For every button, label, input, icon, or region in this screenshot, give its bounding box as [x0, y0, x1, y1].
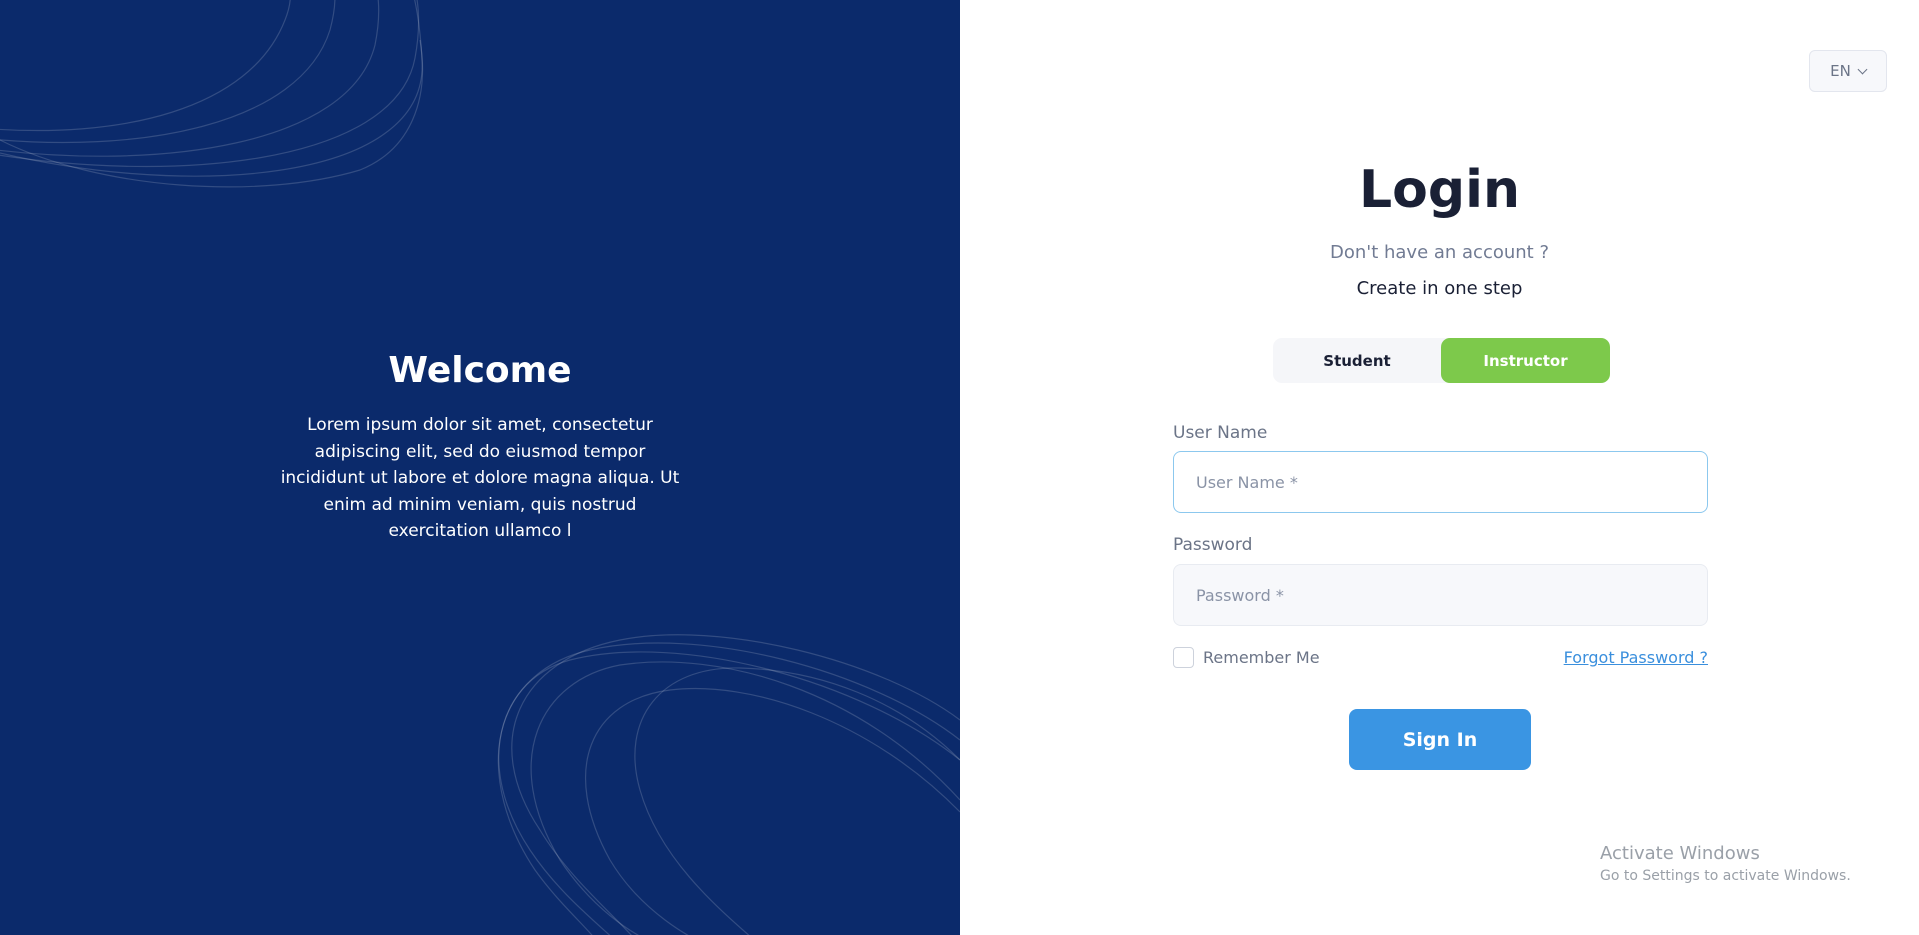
- username-input[interactable]: [1173, 451, 1708, 513]
- password-input[interactable]: [1173, 564, 1708, 626]
- page-title: Login: [1359, 160, 1520, 220]
- remember-me-label: Remember Me: [1203, 648, 1320, 667]
- sign-in-button[interactable]: Sign In: [1349, 709, 1531, 770]
- username-label: User Name: [1173, 423, 1268, 443]
- windows-activation-watermark: Activate Windows Go to Settings to activ…: [1600, 843, 1851, 884]
- create-account-link[interactable]: Create in one step: [960, 278, 1919, 299]
- watermark-title: Activate Windows: [1600, 843, 1760, 864]
- welcome-panel: Welcome Lorem ipsum dolor sit amet, cons…: [0, 0, 960, 935]
- welcome-title: Welcome: [388, 350, 572, 391]
- language-selector[interactable]: EN: [1809, 50, 1887, 92]
- remember-me[interactable]: Remember Me: [1173, 647, 1320, 668]
- chevron-down-icon: [1857, 64, 1868, 74]
- forgot-password-link[interactable]: Forgot Password ?: [1533, 648, 1708, 667]
- role-student-button[interactable]: Student: [1273, 338, 1441, 383]
- no-account-text: Don't have an account ?: [1329, 242, 1550, 263]
- role-toggle: Student Instructor: [1273, 338, 1610, 383]
- watermark-subtitle: Go to Settings to activate Windows.: [1600, 868, 1851, 884]
- login-panel: EN Login Don't have an account ? Create …: [960, 0, 1919, 935]
- welcome-description: Lorem ipsum dolor sit amet, consectetur …: [280, 415, 680, 541]
- role-instructor-button[interactable]: Instructor: [1441, 338, 1610, 383]
- remember-me-checkbox[interactable]: [1173, 647, 1194, 668]
- password-label: Password: [1173, 535, 1253, 555]
- language-selected: EN: [1830, 62, 1851, 80]
